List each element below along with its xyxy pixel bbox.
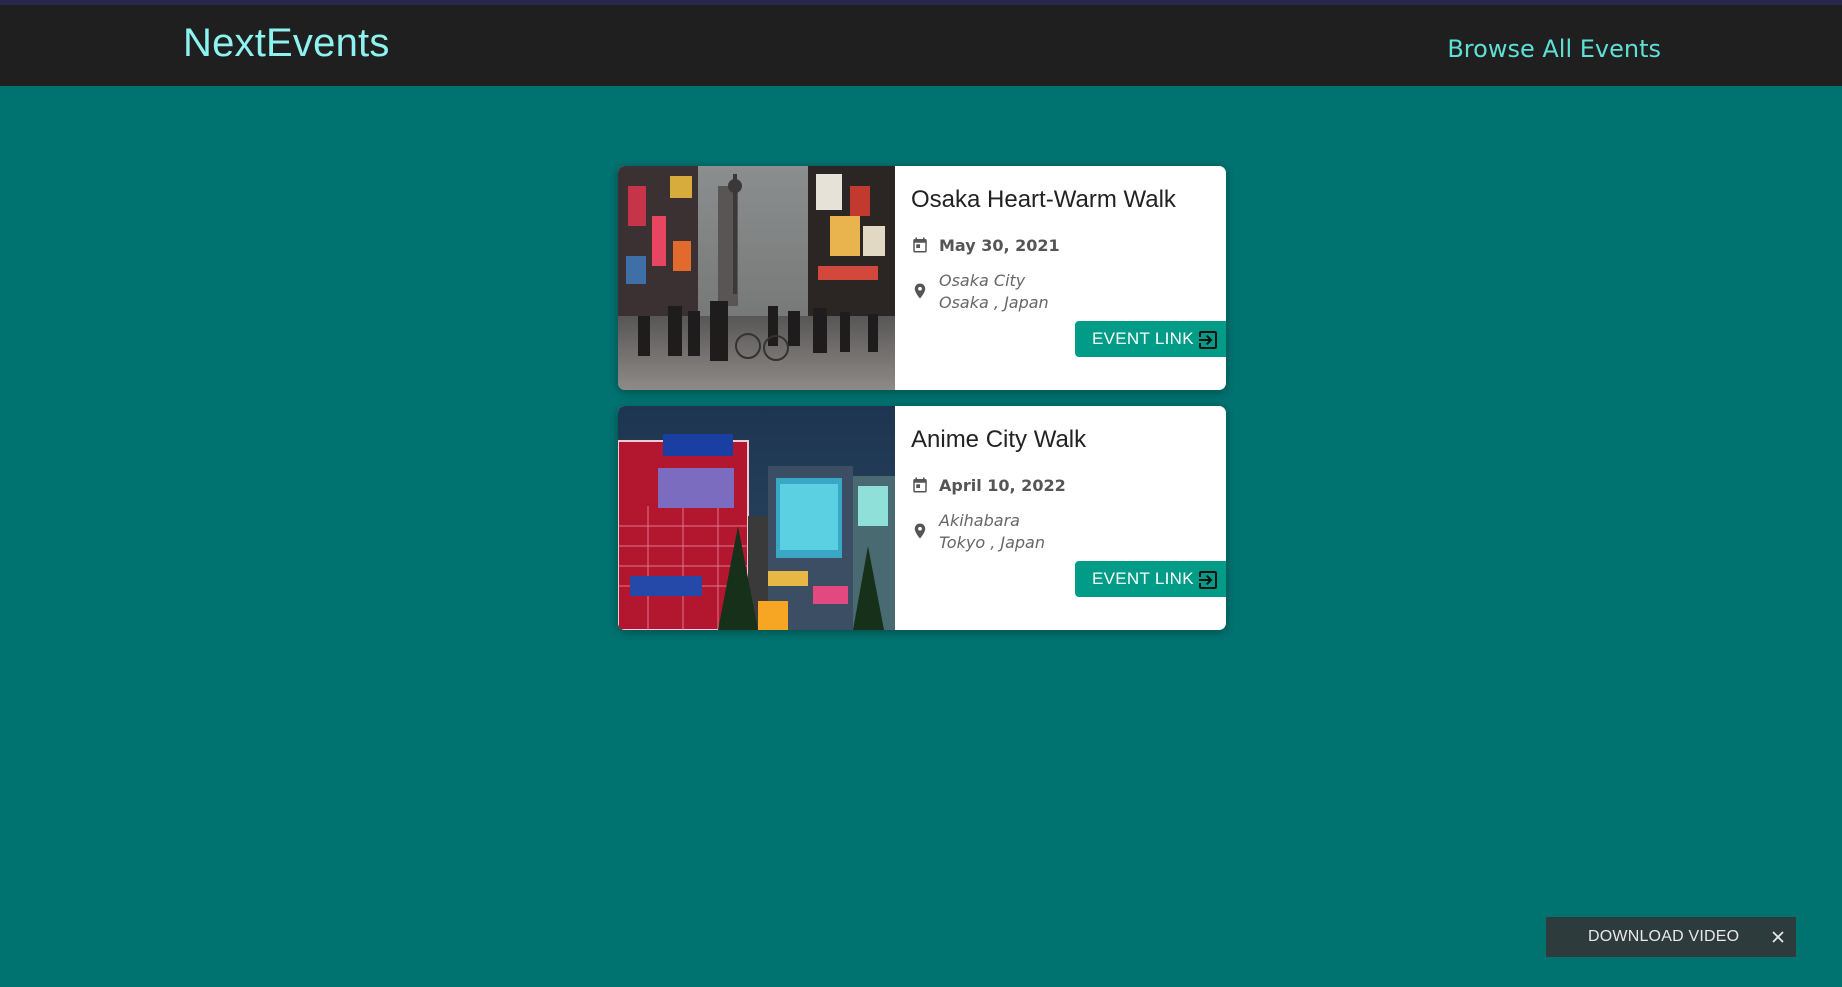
download-video-button[interactable]: DOWNLOAD VIDEO	[1588, 928, 1739, 946]
event-address-line2: Tokyo , Japan	[939, 533, 1045, 552]
event-card: Osaka Heart-Warm Walk May 30, 2021 Osaka…	[618, 166, 1226, 390]
event-address-line1: Osaka City	[939, 271, 1026, 290]
arrow-right-box-icon	[1198, 331, 1217, 349]
site-header: NextEvents Browse All Events	[0, 5, 1842, 86]
browse-all-events-link[interactable]: Browse All Events	[1447, 37, 1661, 61]
event-date-row: April 10, 2022	[911, 474, 1066, 496]
event-link-button[interactable]: EVENT LINK	[1075, 321, 1226, 357]
download-video-bar: DOWNLOAD VIDEO	[1546, 917, 1796, 957]
event-image-akihabara	[618, 406, 895, 630]
event-address-row: Osaka City Osaka , Japan	[911, 270, 1049, 314]
event-title: Osaka Heart-Warm Walk	[911, 186, 1176, 213]
map-pin-icon	[914, 283, 926, 299]
event-link-button[interactable]: EVENT LINK	[1075, 561, 1226, 597]
map-pin-icon	[914, 523, 926, 539]
event-address-line2: Osaka , Japan	[939, 293, 1049, 312]
event-address-line1: Akihabara	[939, 511, 1020, 530]
calendar-icon	[913, 237, 927, 253]
event-title: Anime City Walk	[911, 426, 1087, 453]
arrow-right-box-icon	[1198, 571, 1217, 589]
event-date: May 30, 2021	[939, 235, 1060, 255]
event-date-row: May 30, 2021	[911, 234, 1060, 256]
event-address-row: Akihabara Tokyo , Japan	[911, 510, 1045, 554]
event-link-label: EVENT LINK	[1092, 329, 1194, 348]
close-icon[interactable]	[1768, 927, 1788, 947]
calendar-icon	[913, 477, 927, 493]
event-link-label: EVENT LINK	[1092, 569, 1194, 588]
event-date: April 10, 2022	[939, 475, 1066, 495]
event-image-osaka	[618, 166, 895, 390]
site-logo[interactable]: NextEvents	[183, 23, 390, 63]
event-card: Anime City Walk April 10, 2022 Akihabara…	[618, 406, 1226, 630]
